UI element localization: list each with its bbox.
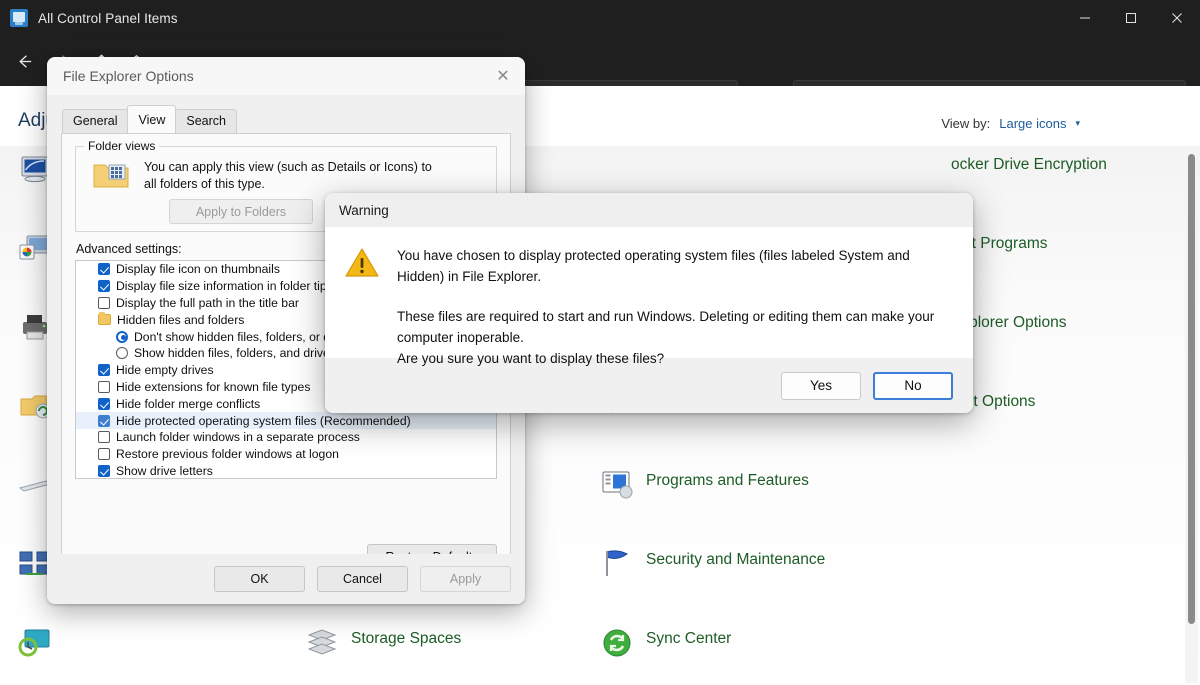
scrollbar-thumb[interactable] bbox=[1188, 154, 1195, 624]
setting-label: Hide empty drives bbox=[116, 363, 214, 377]
warning-message: You have chosen to display protected ope… bbox=[397, 245, 951, 358]
setting-row[interactable]: Show drive letters bbox=[76, 463, 496, 479]
setting-label: Display file icon on thumbnails bbox=[116, 262, 280, 276]
list-item-label: Sync Center bbox=[646, 626, 731, 649]
storage-spaces-icon bbox=[305, 626, 339, 660]
checkbox[interactable] bbox=[98, 364, 110, 376]
setting-row[interactable]: Restore previous folder windows at logon bbox=[76, 446, 496, 463]
dialog-title: File Explorer Options bbox=[63, 68, 194, 84]
list-item-label: ocker Drive Encryption bbox=[951, 152, 1107, 175]
advanced-settings-label: Advanced settings: bbox=[76, 242, 182, 256]
tab-view[interactable]: View bbox=[127, 105, 176, 133]
list-item-label: Storage Spaces bbox=[351, 626, 461, 649]
checkbox[interactable] bbox=[98, 381, 110, 393]
maximize-button[interactable] bbox=[1108, 0, 1154, 36]
list-item[interactable]: Security and Maintenance bbox=[600, 541, 900, 620]
ok-button[interactable]: OK bbox=[214, 566, 305, 592]
dialog-tabs: General View Search bbox=[62, 105, 525, 133]
apply-to-folders-button[interactable]: Apply to Folders bbox=[169, 199, 313, 224]
setting-label: Hide folder merge conflicts bbox=[116, 397, 260, 411]
control-panel-icon bbox=[10, 9, 28, 27]
minimize-button[interactable] bbox=[1062, 0, 1108, 36]
setting-label: Don't show hidden files, folders, or dri… bbox=[134, 330, 356, 344]
tab-general[interactable]: General bbox=[62, 109, 128, 133]
setting-label: Display file size information in folder … bbox=[116, 279, 333, 293]
warning-paragraph-2: These files are required to start and ru… bbox=[397, 306, 951, 348]
warning-paragraph-3: Are you sure you want to display these f… bbox=[397, 348, 951, 369]
checkbox[interactable] bbox=[98, 448, 110, 460]
warning-dialog-title: Warning bbox=[339, 203, 389, 218]
list-item[interactable]: Storage Spaces bbox=[305, 620, 595, 685]
cancel-button[interactable]: Cancel bbox=[317, 566, 408, 592]
setting-row[interactable]: Launch folder windows in a separate proc… bbox=[76, 429, 496, 446]
back-arrow-icon[interactable] bbox=[8, 45, 40, 77]
window-controls bbox=[1062, 0, 1200, 36]
setting-label: Launch folder windows in a separate proc… bbox=[116, 430, 360, 444]
list-item[interactable]: Programs and Features bbox=[600, 462, 900, 541]
warning-body: You have chosen to display protected ope… bbox=[325, 227, 973, 358]
programs-features-icon bbox=[600, 468, 634, 502]
list-item-label: Programs and Features bbox=[646, 468, 809, 491]
window-title: All Control Panel Items bbox=[38, 11, 178, 26]
setting-label: Show drive letters bbox=[116, 464, 213, 478]
close-button[interactable] bbox=[1154, 0, 1200, 36]
warning-titlebar: Warning bbox=[325, 193, 973, 227]
setting-label: Display the full path in the title bar bbox=[116, 296, 299, 310]
folder-view-icon bbox=[92, 159, 130, 193]
radio-button[interactable] bbox=[116, 347, 128, 359]
view-by-control[interactable]: View by: Large icons ▾ bbox=[941, 116, 1080, 131]
setting-label: Restore previous folder windows at logon bbox=[116, 447, 339, 461]
close-icon[interactable]: ✕ bbox=[481, 57, 525, 95]
checkbox[interactable] bbox=[98, 297, 110, 309]
list-item[interactable] bbox=[18, 620, 298, 685]
dialog-titlebar: File Explorer Options ✕ bbox=[47, 57, 525, 95]
setting-label: Hidden files and folders bbox=[117, 313, 244, 327]
view-by-label: View by: bbox=[941, 116, 990, 131]
list-item[interactable]: Sync Center bbox=[600, 620, 900, 685]
no-button[interactable]: No bbox=[873, 372, 953, 400]
list-item-label: Security and Maintenance bbox=[646, 547, 825, 570]
folder-views-description: You can apply this view (such as Details… bbox=[144, 159, 444, 193]
checkbox[interactable] bbox=[98, 263, 110, 275]
vertical-scrollbar[interactable] bbox=[1185, 148, 1198, 683]
bitlocker-icon bbox=[905, 152, 939, 186]
checkbox[interactable] bbox=[98, 431, 110, 443]
radio-button[interactable] bbox=[116, 331, 128, 343]
warning-paragraph-1: You have chosen to display protected ope… bbox=[397, 245, 951, 287]
apply-button[interactable]: Apply bbox=[420, 566, 511, 592]
setting-label: Hide protected operating system files (R… bbox=[116, 414, 411, 428]
dialog-footer: OK Cancel Apply bbox=[47, 554, 525, 604]
sync-center-icon bbox=[600, 626, 634, 660]
checkbox[interactable] bbox=[98, 415, 110, 427]
yes-button[interactable]: Yes bbox=[781, 372, 861, 400]
view-by-value[interactable]: Large icons bbox=[999, 116, 1066, 131]
warning-triangle-icon bbox=[345, 247, 379, 279]
chevron-down-icon[interactable]: ▾ bbox=[1075, 118, 1080, 129]
checkbox[interactable] bbox=[98, 465, 110, 477]
checkbox[interactable] bbox=[98, 398, 110, 410]
autoplay-icon bbox=[600, 152, 634, 186]
setting-label: Show hidden files, folders, and drives bbox=[134, 346, 336, 360]
setting-label: Hide extensions for known file types bbox=[116, 380, 310, 394]
tab-search[interactable]: Search bbox=[175, 109, 237, 133]
security-maintenance-icon bbox=[600, 547, 634, 581]
folder-views-label: Folder views bbox=[84, 139, 159, 153]
folder-views-row: You can apply this view (such as Details… bbox=[92, 159, 486, 193]
setting-row[interactable]: Hide protected operating system files (R… bbox=[76, 412, 496, 429]
folder-icon bbox=[98, 314, 111, 325]
checkbox[interactable] bbox=[98, 280, 110, 292]
recovery-icon bbox=[18, 626, 52, 660]
warning-dialog: Warning You have chosen to display prote… bbox=[325, 193, 973, 413]
window-titlebar: All Control Panel Items bbox=[0, 0, 1200, 36]
